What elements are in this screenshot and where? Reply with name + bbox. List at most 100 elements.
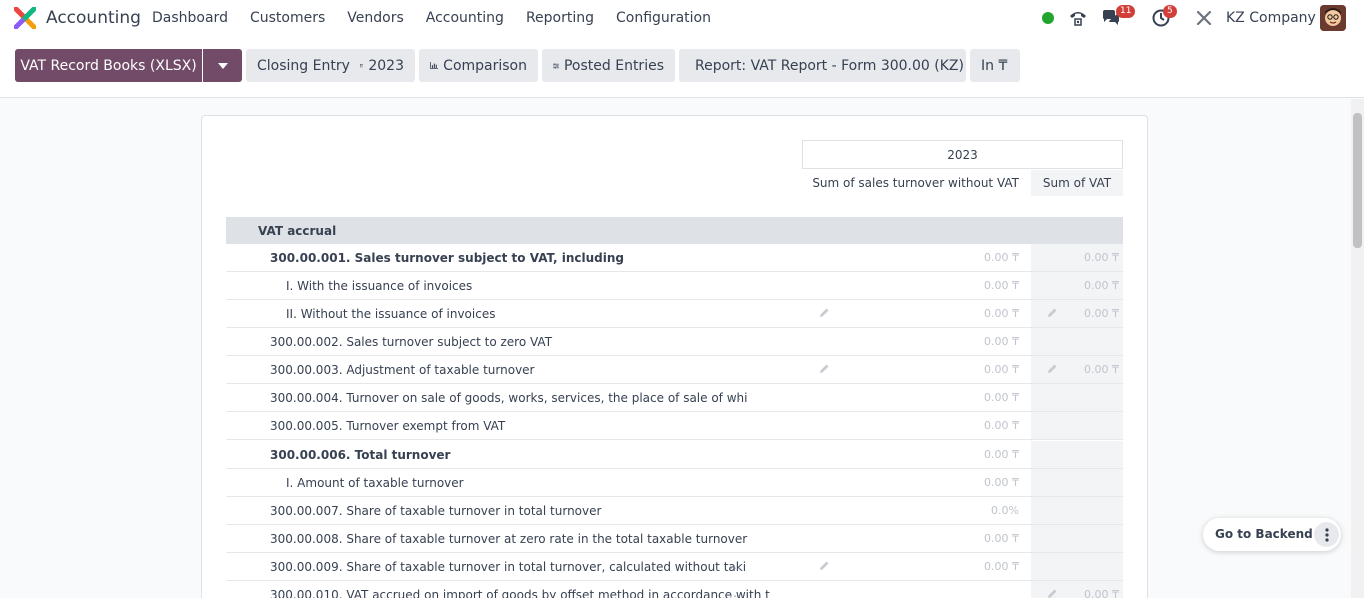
sliders-icon: [553, 62, 559, 69]
vat-record-books-button[interactable]: VAT Record Books (XLSX): [15, 49, 202, 82]
go-to-backend-button[interactable]: Go to Backend: [1215, 527, 1313, 541]
comparison-label: Comparison: [443, 57, 527, 74]
calendar-icon: [359, 63, 364, 68]
sales-turnover-value: 0.00 ₸: [984, 391, 1019, 404]
app-name[interactable]: Accounting: [46, 8, 141, 28]
go-to-backend-widget: Go to Backend: [1203, 518, 1341, 551]
sales-turnover-value: 0.00 ₸: [984, 335, 1019, 348]
edit-pencil-icon[interactable]: [1046, 588, 1058, 598]
sales-turnover-value: 0.00 ₸: [984, 532, 1019, 545]
vat-sum-value: 0.00 ₸: [1084, 307, 1119, 320]
report-line-row[interactable]: 300.00.003. Adjustment of taxable turnov…: [226, 356, 1123, 384]
menu-configuration[interactable]: Configuration: [616, 10, 711, 26]
main-menu: Dashboard Customers Vendors Accounting R…: [152, 10, 733, 26]
sales-turnover-value: 0.00 ₸: [984, 251, 1019, 264]
report-line-label[interactable]: II. Without the issuance of invoices: [286, 307, 495, 321]
report-line-label[interactable]: 300.00.004. Turnover on sale of goods, w…: [270, 391, 747, 405]
menu-accounting[interactable]: Accounting: [426, 10, 504, 26]
sales-turnover-column-header[interactable]: Sum of sales turnover without VAT: [802, 170, 1029, 196]
export-dropdown-toggle[interactable]: [203, 49, 242, 82]
vat-sum-cell: [1031, 497, 1123, 524]
edit-pencil-icon[interactable]: [1046, 363, 1058, 375]
menu-vendors[interactable]: Vendors: [347, 10, 403, 26]
report-line-row[interactable]: 300.00.007. Share of taxable turnover in…: [226, 497, 1123, 525]
vat-sum-cell: 0.00 ₸: [1031, 356, 1123, 383]
report-line-label[interactable]: 300.00.005. Turnover exempt from VAT: [270, 419, 505, 433]
vat-sum-value: 0.00 ₸: [1084, 251, 1119, 264]
vat-sum-cell: 0.00 ₸: [1031, 300, 1123, 327]
user-avatar[interactable]: [1320, 5, 1346, 31]
vat-sum-cell: [1031, 469, 1123, 496]
bar-chart-icon: [430, 61, 439, 69]
section-header-vat-accrual[interactable]: VAT accrual: [226, 217, 1123, 244]
report-line-row[interactable]: 300.00.004. Turnover on sale of goods, w…: [226, 384, 1123, 412]
sales-turnover-value: 0.00 ₸: [984, 448, 1019, 461]
truncated-ellipsis-icon: …: [729, 389, 741, 403]
accounting-app-icon[interactable]: [14, 7, 36, 29]
report-line-label[interactable]: 300.00.009. Share of taxable turnover in…: [270, 560, 746, 574]
presence-status-icon: [1042, 12, 1054, 24]
sales-turnover-value: 0.00 ₸: [984, 560, 1019, 573]
currency-button[interactable]: In ₸: [970, 49, 1020, 82]
report-line-row[interactable]: 300.00.001. Sales turnover subject to VA…: [226, 244, 1123, 272]
vat-sum-cell: [1031, 441, 1123, 468]
vat-sum-cell: 0.00 ₸: [1031, 272, 1123, 299]
report-line-row[interactable]: 300.00.002. Sales turnover subject to ze…: [226, 328, 1123, 356]
report-line-row[interactable]: 300.00.008. Share of taxable turnover at…: [226, 525, 1123, 553]
report-line-label[interactable]: 300.00.002. Sales turnover subject to ze…: [270, 335, 552, 349]
control-panel: VAT Record Books (XLSX) Closing Entry 20…: [0, 36, 1364, 98]
report-line-row[interactable]: 300.00.006. Total turnover 0.00 ₸: [226, 441, 1123, 469]
posted-entries-button[interactable]: Posted Entries: [542, 49, 675, 82]
period-filter-button[interactable]: Closing Entry 2023: [246, 49, 415, 82]
vat-sum-cell: [1031, 384, 1123, 411]
report-line-label[interactable]: 300.00.008. Share of taxable turnover at…: [270, 532, 747, 546]
report-selector-button[interactable]: Report: VAT Report - Form 300.00 (KZ): [679, 49, 966, 82]
report-line-label[interactable]: 300.00.001. Sales turnover subject to VA…: [270, 251, 624, 265]
report-line-row[interactable]: I. Amount of taxable turnover 0.00 ₸: [226, 469, 1123, 497]
truncated-ellipsis-icon: …: [729, 586, 741, 598]
comparison-button[interactable]: Comparison: [419, 49, 538, 82]
menu-reporting[interactable]: Reporting: [526, 10, 594, 26]
vat-sum-value: 0.00 ₸: [1084, 588, 1119, 598]
debug-tools-icon[interactable]: [1194, 8, 1214, 28]
report-line-label[interactable]: 300.00.006. Total turnover: [270, 448, 450, 462]
sales-turnover-value: 0.00 ₸: [984, 419, 1019, 432]
closing-entry-label: Closing Entry: [257, 57, 350, 74]
vat-sum-value: 0.00 ₸: [1084, 279, 1119, 292]
top-navbar: Accounting Dashboard Customers Vendors A…: [0, 0, 1364, 36]
caret-down-icon: [217, 62, 228, 69]
report-line-row[interactable]: I. With the issuance of invoices 0.00 ₸ 0.…: [226, 272, 1123, 300]
vat-sum-cell: [1031, 412, 1123, 439]
truncated-ellipsis-icon: …: [729, 558, 741, 572]
menu-customers[interactable]: Customers: [250, 10, 325, 26]
company-switcher[interactable]: KZ Company: [1226, 10, 1316, 26]
report-line-row[interactable]: 300.00.009. Share of taxable turnover in…: [226, 553, 1123, 581]
vat-sum-cell: [1031, 328, 1123, 355]
report-line-label[interactable]: 300.00.010. VAT accrued on import of goo…: [270, 588, 770, 598]
vat-sum-cell: [1031, 553, 1123, 580]
report-line-row[interactable]: II. Without the issuance of invoices 0.00…: [226, 300, 1123, 328]
posted-entries-label: Posted Entries: [563, 57, 664, 74]
period-label: 2023: [368, 57, 404, 74]
vat-sum-value: 0.00 ₸: [1084, 363, 1119, 376]
kebab-menu-icon[interactable]: [1314, 522, 1339, 547]
report-line-row[interactable]: 300.00.005. Turnover exempt from VAT 0.00…: [226, 412, 1123, 440]
report-line-label[interactable]: I. Amount of taxable turnover: [286, 476, 464, 490]
currency-label: In ₸: [981, 57, 1008, 74]
report-line-label[interactable]: 300.00.007. Share of taxable turnover in…: [270, 504, 601, 518]
sales-turnover-value: 0.00 ₸: [984, 363, 1019, 376]
period-column-header: 2023: [802, 140, 1123, 169]
sales-turnover-value: 0.00 ₸: [984, 279, 1019, 292]
sales-turnover-value: 0.0%: [991, 504, 1019, 517]
report-line-label[interactable]: 300.00.003. Adjustment of taxable turnov…: [270, 363, 535, 377]
edit-pencil-icon[interactable]: [1046, 307, 1058, 319]
vat-sum-column-header[interactable]: Sum of VAT: [1031, 170, 1123, 196]
scrollbar-thumb[interactable]: [1353, 113, 1362, 248]
activities-count-badge: 5: [1163, 5, 1177, 18]
report-line-label[interactable]: I. With the issuance of invoices: [286, 279, 472, 293]
report-label: Report: VAT Report - Form 300.00 (KZ): [695, 57, 964, 74]
report-line-row[interactable]: 300.00.010. VAT accrued on import of goo…: [226, 581, 1123, 598]
phone-icon[interactable]: [1068, 8, 1088, 28]
menu-dashboard[interactable]: Dashboard: [152, 10, 228, 26]
sales-turnover-value: 0.00 ₸: [984, 307, 1019, 320]
